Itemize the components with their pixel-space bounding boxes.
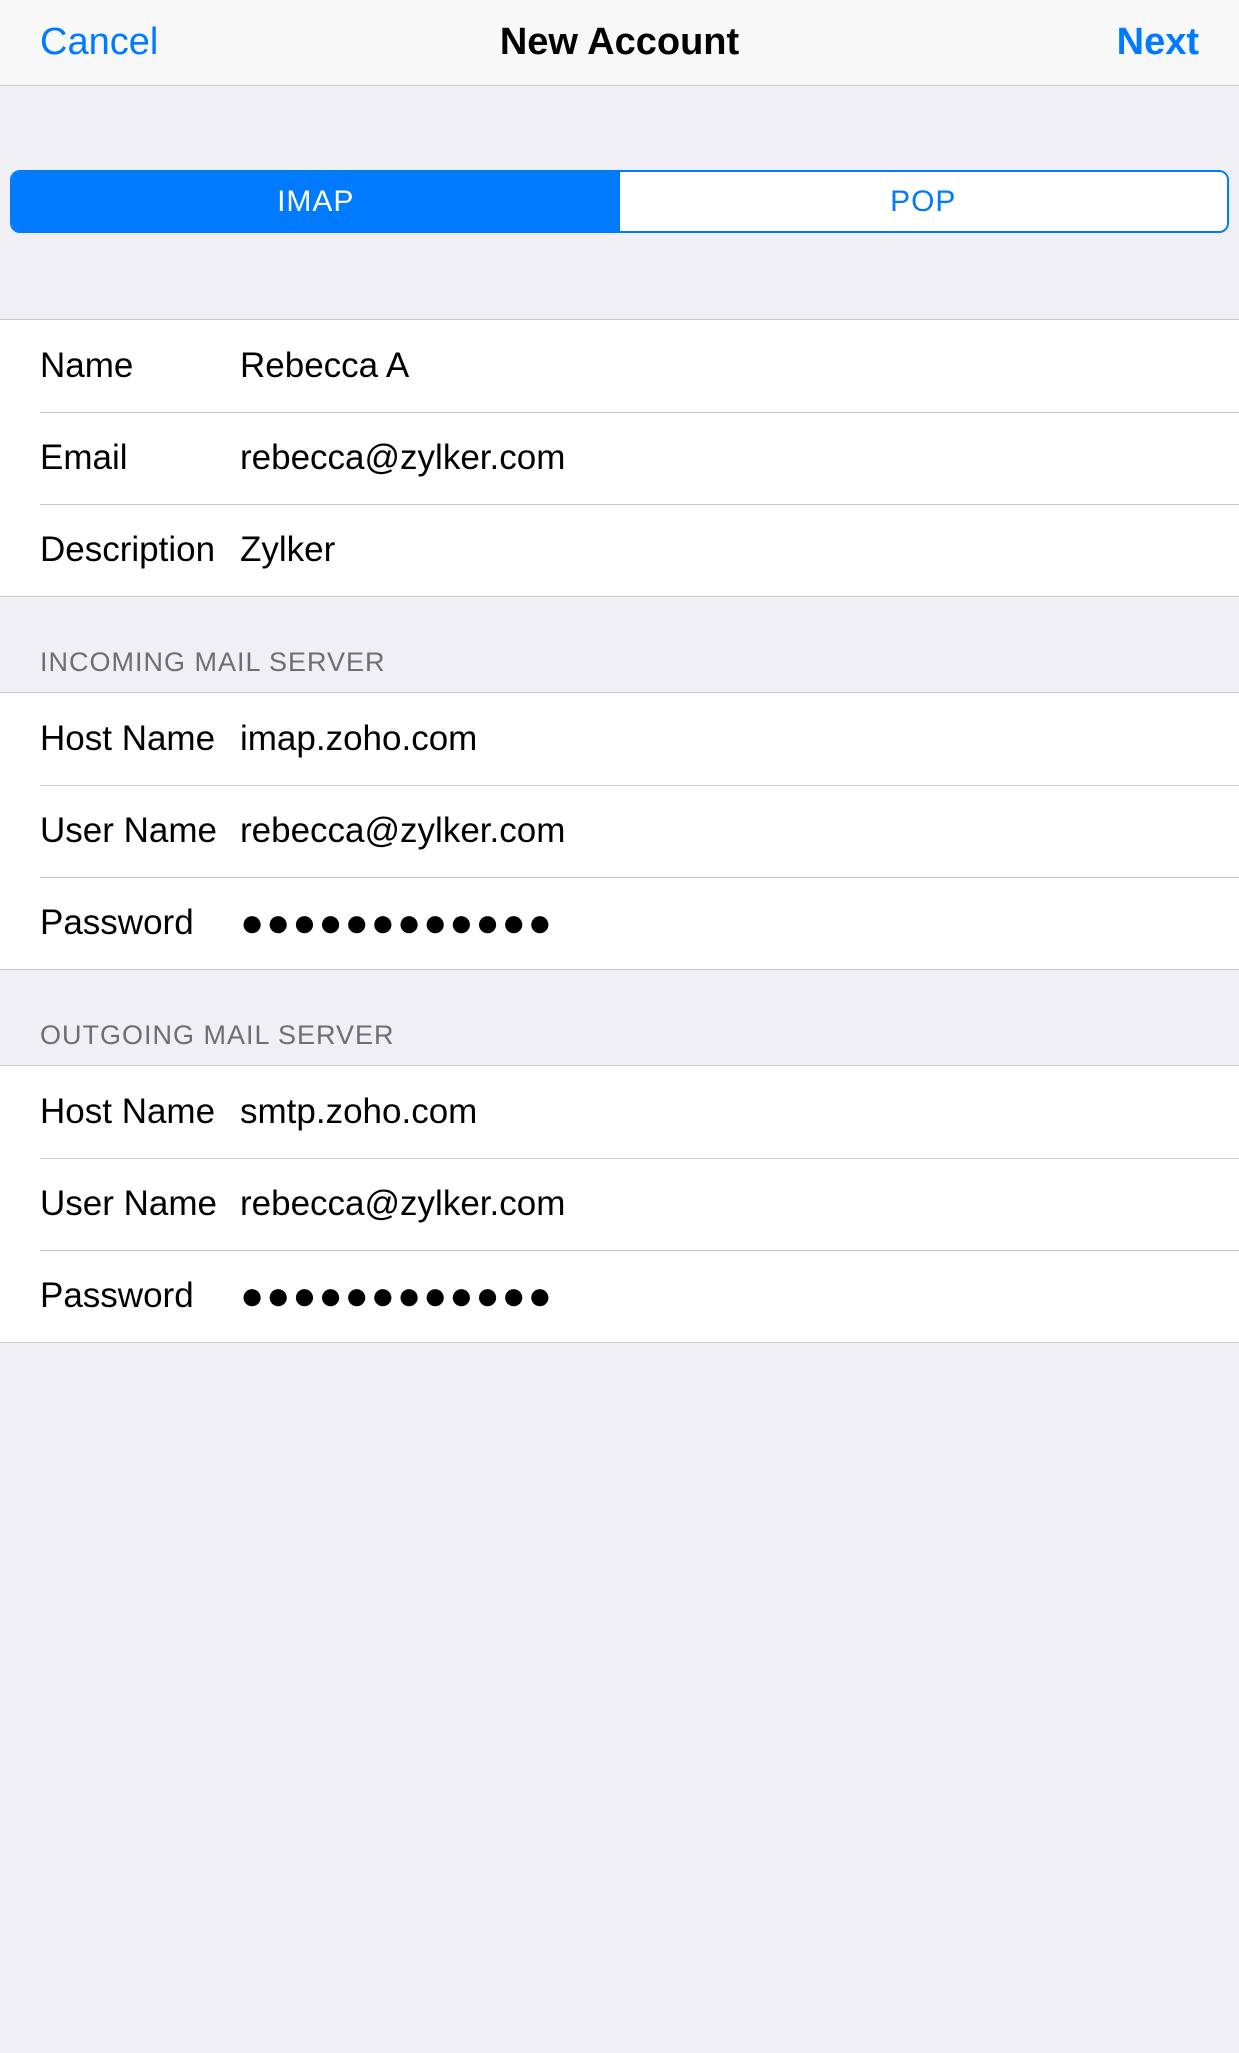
outgoing-user-label: User Name	[40, 1184, 240, 1224]
description-input[interactable]	[240, 530, 1199, 570]
outgoing-user-input[interactable]	[240, 1184, 1199, 1224]
next-button[interactable]: Next	[1117, 21, 1199, 64]
outgoing-password-label: Password	[40, 1276, 240, 1316]
spacer	[0, 86, 1239, 170]
email-label: Email	[40, 438, 240, 478]
segment-pop[interactable]: POP	[620, 172, 1228, 231]
email-input[interactable]	[240, 438, 1199, 478]
bottom-space	[0, 1343, 1239, 2043]
group-gap	[0, 251, 1239, 319]
incoming-host-row: Host Name	[0, 693, 1239, 785]
incoming-password-label: Password	[40, 903, 240, 943]
incoming-section-header: Incoming Mail Server	[0, 597, 1239, 692]
name-label: Name	[40, 346, 240, 386]
incoming-host-input[interactable]	[240, 719, 1199, 759]
incoming-password-input[interactable]: ●●●●●●●●●●●●	[240, 901, 1199, 946]
incoming-user-label: User Name	[40, 811, 240, 851]
name-row: Name	[0, 320, 1239, 412]
outgoing-host-row: Host Name	[0, 1066, 1239, 1158]
outgoing-password-row: Password ●●●●●●●●●●●●	[0, 1250, 1239, 1342]
incoming-user-row: User Name	[0, 785, 1239, 877]
outgoing-section-header: Outgoing Mail Server	[0, 970, 1239, 1065]
incoming-user-input[interactable]	[240, 811, 1199, 851]
outgoing-password-input[interactable]: ●●●●●●●●●●●●	[240, 1274, 1199, 1319]
outgoing-host-input[interactable]	[240, 1092, 1199, 1132]
description-label: Description	[40, 530, 240, 570]
outgoing-group: Host Name User Name Password ●●●●●●●●●●●…	[0, 1065, 1239, 1343]
segment-imap[interactable]: IMAP	[12, 172, 620, 231]
protocol-segmented-control: IMAP POP	[10, 170, 1229, 233]
description-row: Description	[0, 504, 1239, 596]
outgoing-host-label: Host Name	[40, 1092, 240, 1132]
email-row: Email	[0, 412, 1239, 504]
outgoing-user-row: User Name	[0, 1158, 1239, 1250]
segmented-wrap: IMAP POP	[0, 170, 1239, 251]
account-group: Name Email Description	[0, 319, 1239, 597]
incoming-host-label: Host Name	[40, 719, 240, 759]
header: Cancel New Account Next	[0, 0, 1239, 86]
incoming-password-row: Password ●●●●●●●●●●●●	[0, 877, 1239, 969]
name-input[interactable]	[240, 346, 1199, 386]
cancel-button[interactable]: Cancel	[40, 21, 158, 64]
page-title: New Account	[0, 21, 1239, 64]
incoming-group: Host Name User Name Password ●●●●●●●●●●●…	[0, 692, 1239, 970]
